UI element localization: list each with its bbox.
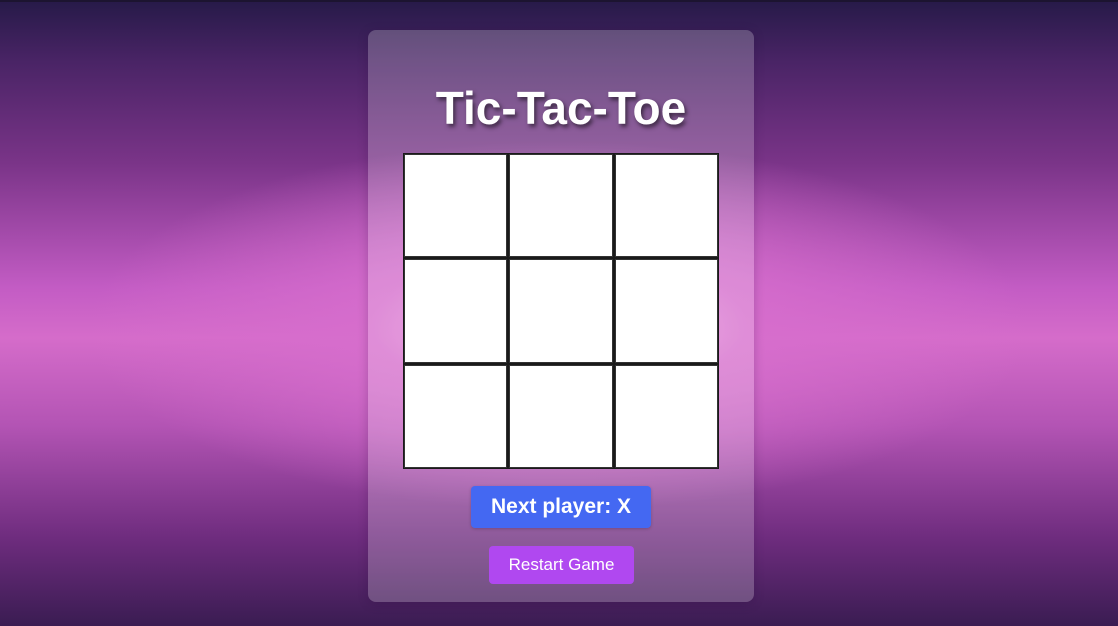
- board-cell-6[interactable]: [613, 258, 719, 364]
- board-cell-3[interactable]: [613, 153, 719, 259]
- board-cell-5[interactable]: [508, 258, 614, 364]
- board-cell-1[interactable]: [403, 153, 509, 259]
- board-cell-9[interactable]: [613, 363, 719, 469]
- game-board: [403, 153, 719, 469]
- board-cell-7[interactable]: [403, 363, 509, 469]
- restart-game-button[interactable]: Restart Game: [489, 546, 634, 584]
- top-frame-line: [0, 0, 1118, 2]
- next-player-status: Next player: X: [471, 486, 651, 528]
- board-cell-2[interactable]: [508, 153, 614, 259]
- board-cell-4[interactable]: [403, 258, 509, 364]
- board-cell-8[interactable]: [508, 363, 614, 469]
- game-title: Tic-Tac-Toe: [435, 82, 687, 134]
